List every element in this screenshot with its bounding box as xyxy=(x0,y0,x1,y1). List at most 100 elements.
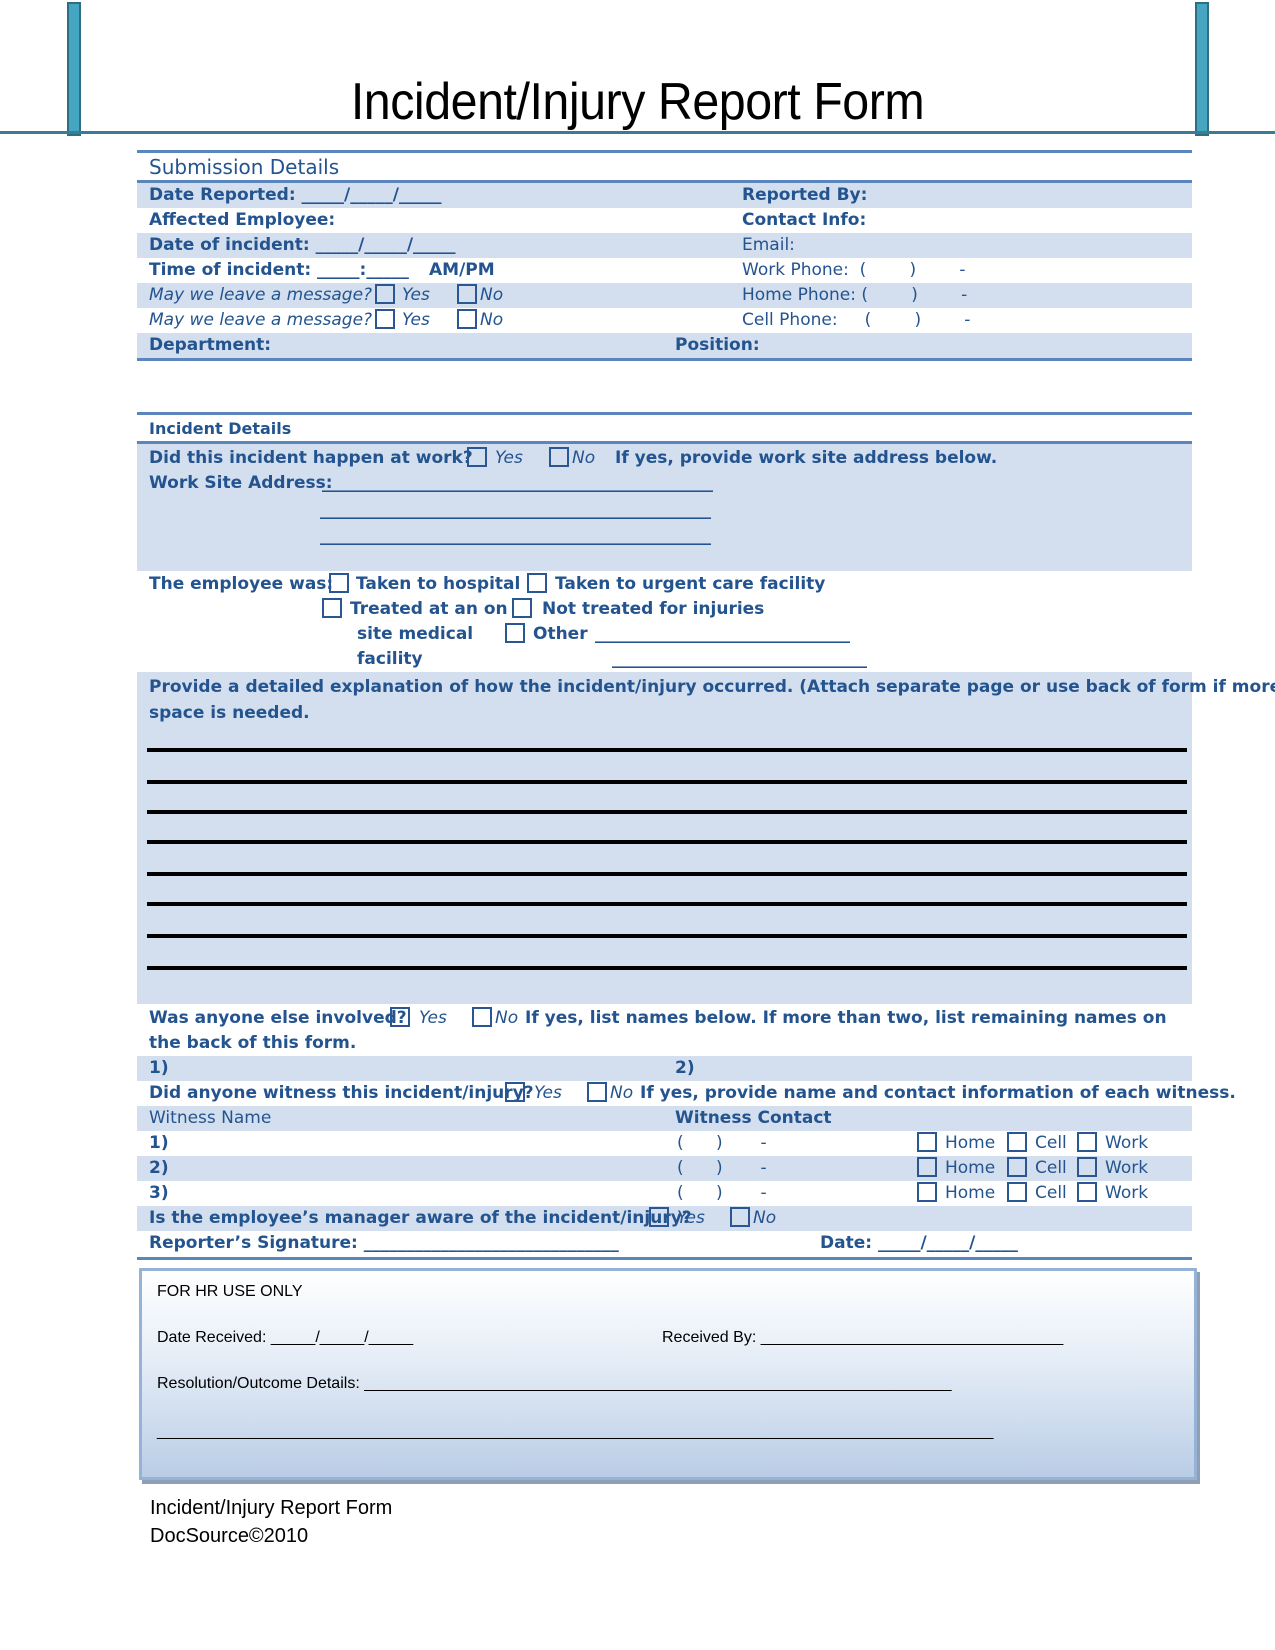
email-field[interactable]: Email: xyxy=(742,233,795,258)
row-department: Department: Position: xyxy=(137,333,1192,358)
row-time-of-incident: Time of incident: _____:_____ AM/PM Work… xyxy=(137,258,1192,283)
resolution-field[interactable]: Resolution/Outcome Details: ____________… xyxy=(157,1375,952,1393)
row-manager-aware: Is the employee’s manager aware of the i… xyxy=(137,1206,1192,1231)
explanation-line[interactable] xyxy=(147,780,1187,784)
message-no-checkbox[interactable] xyxy=(457,309,477,329)
row-affected-employee: Affected Employee: Contact Info: xyxy=(137,208,1192,233)
section-title-incident: Incident Details xyxy=(149,419,292,438)
message-no-checkbox[interactable] xyxy=(457,284,477,304)
hospital-checkbox[interactable] xyxy=(329,573,349,593)
row-message-1: May we leave a message? Yes No Home Phon… xyxy=(137,283,1192,308)
work-checkbox[interactable] xyxy=(1077,1157,1097,1177)
explanation-line[interactable] xyxy=(147,748,1187,752)
row-witness-question: Did anyone witness this incident/injury?… xyxy=(137,1081,1236,1106)
witness-row: 2) ( ) - Home Cell Work xyxy=(137,1156,1192,1181)
witness-num: 3) xyxy=(149,1183,169,1203)
other-checkbox[interactable] xyxy=(505,623,525,643)
onsite-label: Treated at an on xyxy=(350,599,508,619)
work-site-line-3[interactable]: ________________________________________… xyxy=(320,524,711,549)
row-signature: Reporter’s Signature: __________________… xyxy=(137,1231,1192,1256)
message-yes-checkbox[interactable] xyxy=(375,309,395,329)
yes-label: Yes xyxy=(534,1083,562,1103)
home-checkbox[interactable] xyxy=(917,1157,937,1177)
time-of-incident-field[interactable]: Time of incident: _____:_____ xyxy=(149,258,409,283)
resolution-line[interactable]: ________________________________________… xyxy=(157,1423,993,1441)
no-label: No xyxy=(480,285,504,305)
work-site-line-1[interactable]: ________________________________________… xyxy=(322,471,713,496)
manager-yes-checkbox[interactable] xyxy=(649,1207,669,1227)
yes-label: Yes xyxy=(402,310,430,330)
row-witness-header: Witness Name Witness Contact xyxy=(137,1106,1192,1131)
involved-yes-checkbox[interactable] xyxy=(390,1007,410,1027)
cell-checkbox[interactable] xyxy=(1007,1132,1027,1152)
row-employee-was-3: site medical Other _____________________… xyxy=(137,622,1192,647)
row-work-site-2: ________________________________________… xyxy=(137,498,1192,523)
row-employee-was-2: Treated at an on Not treated for injurie… xyxy=(137,597,1192,622)
home-checkbox[interactable] xyxy=(917,1132,937,1152)
yes-label: Yes xyxy=(402,285,430,305)
explanation-line[interactable] xyxy=(147,872,1187,876)
work-label: Work xyxy=(1105,1183,1149,1203)
row-message-2: May we leave a message? Yes No Cell Phon… xyxy=(137,308,1192,333)
not-treated-label: Not treated for injuries xyxy=(542,599,765,619)
witness-note: If yes, provide name and contact informa… xyxy=(640,1083,1236,1103)
message-yes-checkbox[interactable] xyxy=(375,284,395,304)
cell-phone-field[interactable]: Cell Phone: ( ) - xyxy=(742,308,970,333)
involved-name-1[interactable]: 1) xyxy=(149,1056,169,1081)
department-field[interactable]: Department: xyxy=(149,333,271,358)
date-reported-field[interactable]: Date Reported: _____/_____/_____ xyxy=(149,183,441,208)
date-of-incident-field[interactable]: Date of incident: _____/_____/_____ xyxy=(149,233,456,258)
no-label: No xyxy=(495,1008,519,1028)
explanation-line[interactable] xyxy=(147,840,1187,844)
at-work-no-checkbox[interactable] xyxy=(549,447,569,467)
other-line-1[interactable]: ______________________________ xyxy=(595,622,850,647)
received-by-field[interactable]: Received By: ___________________________… xyxy=(662,1329,1063,1347)
work-phone-field[interactable]: Work Phone: ( ) - xyxy=(742,258,966,283)
reported-by-field[interactable]: Reported By: xyxy=(742,183,867,208)
witness-phone[interactable]: ( ) - xyxy=(677,1131,767,1156)
yes-label: Yes xyxy=(419,1008,447,1028)
position-field[interactable]: Position: xyxy=(675,333,760,358)
witness-row: 1) ( ) - Home Cell Work xyxy=(137,1131,1192,1156)
witness-yes-checkbox[interactable] xyxy=(505,1082,525,1102)
witness-no-checkbox[interactable] xyxy=(587,1082,607,1102)
explanation-line[interactable] xyxy=(147,810,1187,814)
other-line-2[interactable]: ______________________________ xyxy=(612,647,867,672)
explanation-line[interactable] xyxy=(147,966,1187,970)
row-work-site-3: ________________________________________… xyxy=(137,524,1192,549)
cell-checkbox[interactable] xyxy=(1007,1182,1027,1202)
no-label: No xyxy=(610,1083,634,1103)
urgent-care-checkbox[interactable] xyxy=(527,573,547,593)
footer-copyright: DocSource©2010 xyxy=(150,1525,309,1547)
cell-checkbox[interactable] xyxy=(1007,1157,1027,1177)
date-received-field[interactable]: Date Received: _____/_____/_____ xyxy=(157,1329,413,1347)
onsite-checkbox[interactable] xyxy=(322,598,342,618)
other-label: Other xyxy=(533,624,588,644)
at-work-yes-checkbox[interactable] xyxy=(467,447,487,467)
signature-date-field[interactable]: Date: _____/_____/_____ xyxy=(820,1231,1018,1256)
witness-phone[interactable]: ( ) - xyxy=(677,1181,767,1206)
no-label: No xyxy=(480,310,504,330)
home-checkbox[interactable] xyxy=(917,1182,937,1202)
signature-field[interactable]: Reporter’s Signature: __________________… xyxy=(149,1231,619,1256)
page-title: Incident/Injury Report Form xyxy=(350,73,925,131)
involved-note: If yes, list names below. If more than t… xyxy=(525,1008,1167,1028)
row-employee-was-1: The employee was: Taken to hospital Take… xyxy=(137,572,1192,597)
affected-employee-field[interactable]: Affected Employee: xyxy=(149,208,335,233)
explanation-line[interactable] xyxy=(147,934,1187,938)
work-checkbox[interactable] xyxy=(1077,1132,1097,1152)
row-date-of-incident: Date of incident: _____/_____/_____ Emai… xyxy=(137,233,1192,258)
work-label: Work xyxy=(1105,1133,1149,1153)
home-phone-field[interactable]: Home Phone: ( ) - xyxy=(742,283,967,308)
involved-name-2[interactable]: 2) xyxy=(675,1056,695,1081)
no-label: No xyxy=(572,448,596,468)
explanation-line[interactable] xyxy=(147,902,1187,906)
witness-num: 2) xyxy=(149,1158,169,1178)
involved-no-checkbox[interactable] xyxy=(472,1007,492,1027)
not-treated-checkbox[interactable] xyxy=(512,598,532,618)
row-involved-names: 1) 2) xyxy=(137,1056,1192,1081)
work-checkbox[interactable] xyxy=(1077,1182,1097,1202)
work-site-line-2[interactable]: ________________________________________… xyxy=(320,498,711,523)
manager-no-checkbox[interactable] xyxy=(730,1207,750,1227)
witness-phone[interactable]: ( ) - xyxy=(677,1156,767,1181)
